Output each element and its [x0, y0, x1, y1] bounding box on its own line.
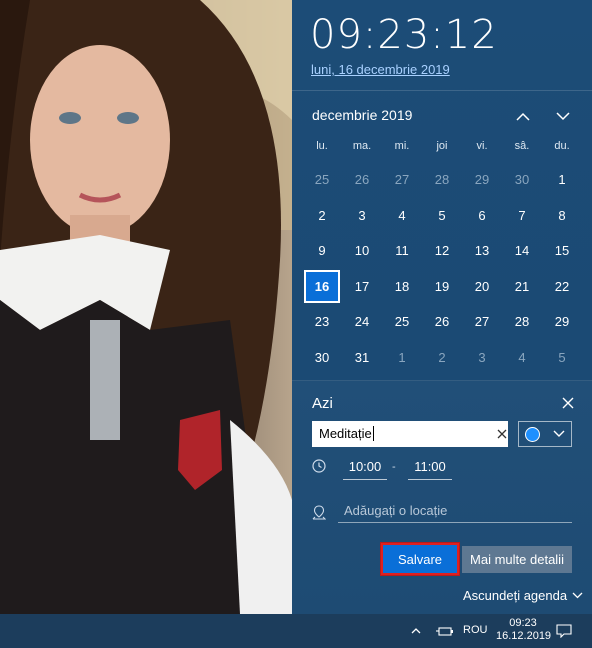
- calendar-day[interactable]: 2: [422, 340, 462, 376]
- clear-input-icon[interactable]: [496, 428, 508, 440]
- weekday-label: mi.: [394, 140, 410, 152]
- calendar-day[interactable]: 12: [422, 233, 462, 269]
- chevron-down-icon: [572, 592, 583, 599]
- calendar-day[interactable]: 4: [502, 340, 542, 376]
- calendar-day[interactable]: 28: [422, 162, 462, 198]
- location-input[interactable]: Adăugați o locație: [338, 501, 572, 523]
- calendar-day-grid: 25 26 27 28 29 30 1 2 3 4 5 6 7 8 9 10 11 12 13 14 15 16 17 18 1…: [302, 162, 582, 375]
- chevron-up-icon: [516, 112, 530, 121]
- weekday-label: sâ.: [514, 140, 530, 152]
- calendar-day[interactable]: 29: [462, 162, 502, 198]
- end-time-field[interactable]: 11:00: [408, 457, 452, 480]
- calendar-day[interactable]: 17: [342, 269, 382, 305]
- calendar-day[interactable]: 8: [542, 198, 582, 234]
- calendar-day[interactable]: 18: [382, 269, 422, 305]
- time-separator: -: [392, 461, 396, 473]
- desktop-wallpaper: [0, 0, 292, 614]
- calendar-day[interactable]: 23: [302, 304, 342, 340]
- calendar-day[interactable]: 25: [382, 304, 422, 340]
- weekday-label: du.: [554, 140, 570, 152]
- color-dot-icon: [525, 426, 541, 442]
- chevron-down-icon: [553, 430, 565, 437]
- calendar-day[interactable]: 19: [422, 269, 462, 305]
- previous-month-button[interactable]: [511, 105, 535, 127]
- calendar-day-today[interactable]: 16: [304, 269, 340, 303]
- clock-time: 09:23:12: [310, 12, 498, 58]
- calendar-day[interactable]: 10: [342, 233, 382, 269]
- close-icon[interactable]: [560, 395, 576, 411]
- calendar-day[interactable]: 5: [422, 198, 462, 234]
- calendar-day[interactable]: 26: [342, 162, 382, 198]
- calendar-day[interactable]: 5: [542, 340, 582, 376]
- wallpaper-portrait-image: [0, 0, 292, 614]
- calendar-day[interactable]: 27: [382, 162, 422, 198]
- next-month-button[interactable]: [551, 105, 575, 127]
- clock-icon: [312, 459, 326, 473]
- calendar-day[interactable]: 9: [302, 233, 342, 269]
- taskbar-clock[interactable]: 09:23 16.12.2019: [496, 617, 552, 643]
- agenda-title: Azi: [312, 395, 333, 412]
- calendar-day[interactable]: 26: [422, 304, 462, 340]
- calendar-day[interactable]: 13: [462, 233, 502, 269]
- event-name-input[interactable]: Meditație: [312, 421, 508, 447]
- calendar-day[interactable]: 3: [342, 198, 382, 234]
- taskbar-time: 09:23: [509, 617, 537, 629]
- calendar-day[interactable]: 28: [502, 304, 542, 340]
- calendar-day[interactable]: 1: [542, 162, 582, 198]
- calendar-day[interactable]: 31: [342, 340, 382, 376]
- action-center-icon[interactable]: [556, 624, 572, 638]
- weekday-label: ma.: [352, 140, 372, 152]
- battery-plug-icon[interactable]: [436, 624, 454, 638]
- calendar-day[interactable]: 24: [342, 304, 382, 340]
- calendar-day[interactable]: 3: [462, 340, 502, 376]
- input-language-indicator[interactable]: ROU: [463, 624, 487, 636]
- calendar-day[interactable]: 6: [462, 198, 502, 234]
- long-date-link[interactable]: luni, 16 decembrie 2019: [311, 62, 450, 77]
- weekday-label: vi.: [476, 140, 488, 152]
- weekday-label: joi: [436, 140, 448, 152]
- start-time-field[interactable]: 10:00: [343, 457, 387, 480]
- calendar-day[interactable]: 27: [462, 304, 502, 340]
- taskbar-date: 16.12.2019: [496, 630, 552, 642]
- location-pin-icon: [312, 505, 326, 520]
- calendar-day[interactable]: 11: [382, 233, 422, 269]
- agenda-panel: Azi Meditație 10:00 - 11:00 Adăugați o l…: [292, 380, 592, 615]
- taskbar: ROU 09:23 16.12.2019: [0, 614, 592, 648]
- calendar-day[interactable]: 7: [502, 198, 542, 234]
- calendar-day[interactable]: 1: [382, 340, 422, 376]
- clock-area: 09:23:12 luni, 16 decembrie 2019: [292, 0, 592, 91]
- show-hidden-icons-chevron-icon[interactable]: [410, 625, 422, 637]
- calendar-day[interactable]: 4: [382, 198, 422, 234]
- calendar-day[interactable]: 22: [542, 269, 582, 305]
- event-color-picker[interactable]: [518, 421, 572, 447]
- calendar-day[interactable]: 15: [542, 233, 582, 269]
- calendar-day[interactable]: 29: [542, 304, 582, 340]
- save-button[interactable]: Salvare: [381, 543, 459, 575]
- calendar-day[interactable]: 2: [302, 198, 342, 234]
- calendar-day[interactable]: 14: [502, 233, 542, 269]
- hide-agenda-button[interactable]: Ascundeți agenda: [463, 588, 583, 603]
- calendar-header: decembrie 2019: [292, 100, 592, 130]
- chevron-down-icon: [556, 111, 570, 120]
- more-details-button[interactable]: Mai multe detalii: [462, 546, 572, 573]
- weekday-label: lu.: [316, 140, 328, 152]
- calendar-day[interactable]: 30: [302, 340, 342, 376]
- month-label[interactable]: decembrie 2019: [312, 107, 412, 123]
- calendar-day[interactable]: 20: [462, 269, 502, 305]
- calendar-day[interactable]: 30: [502, 162, 542, 198]
- hide-agenda-label: Ascundeți agenda: [463, 588, 568, 603]
- calendar-day[interactable]: 21: [502, 269, 542, 305]
- calendar-day[interactable]: 25: [302, 162, 342, 198]
- event-name-value: Meditație: [319, 426, 372, 441]
- weekday-header-row: lu. ma. mi. joi vi. sâ. du.: [302, 140, 582, 152]
